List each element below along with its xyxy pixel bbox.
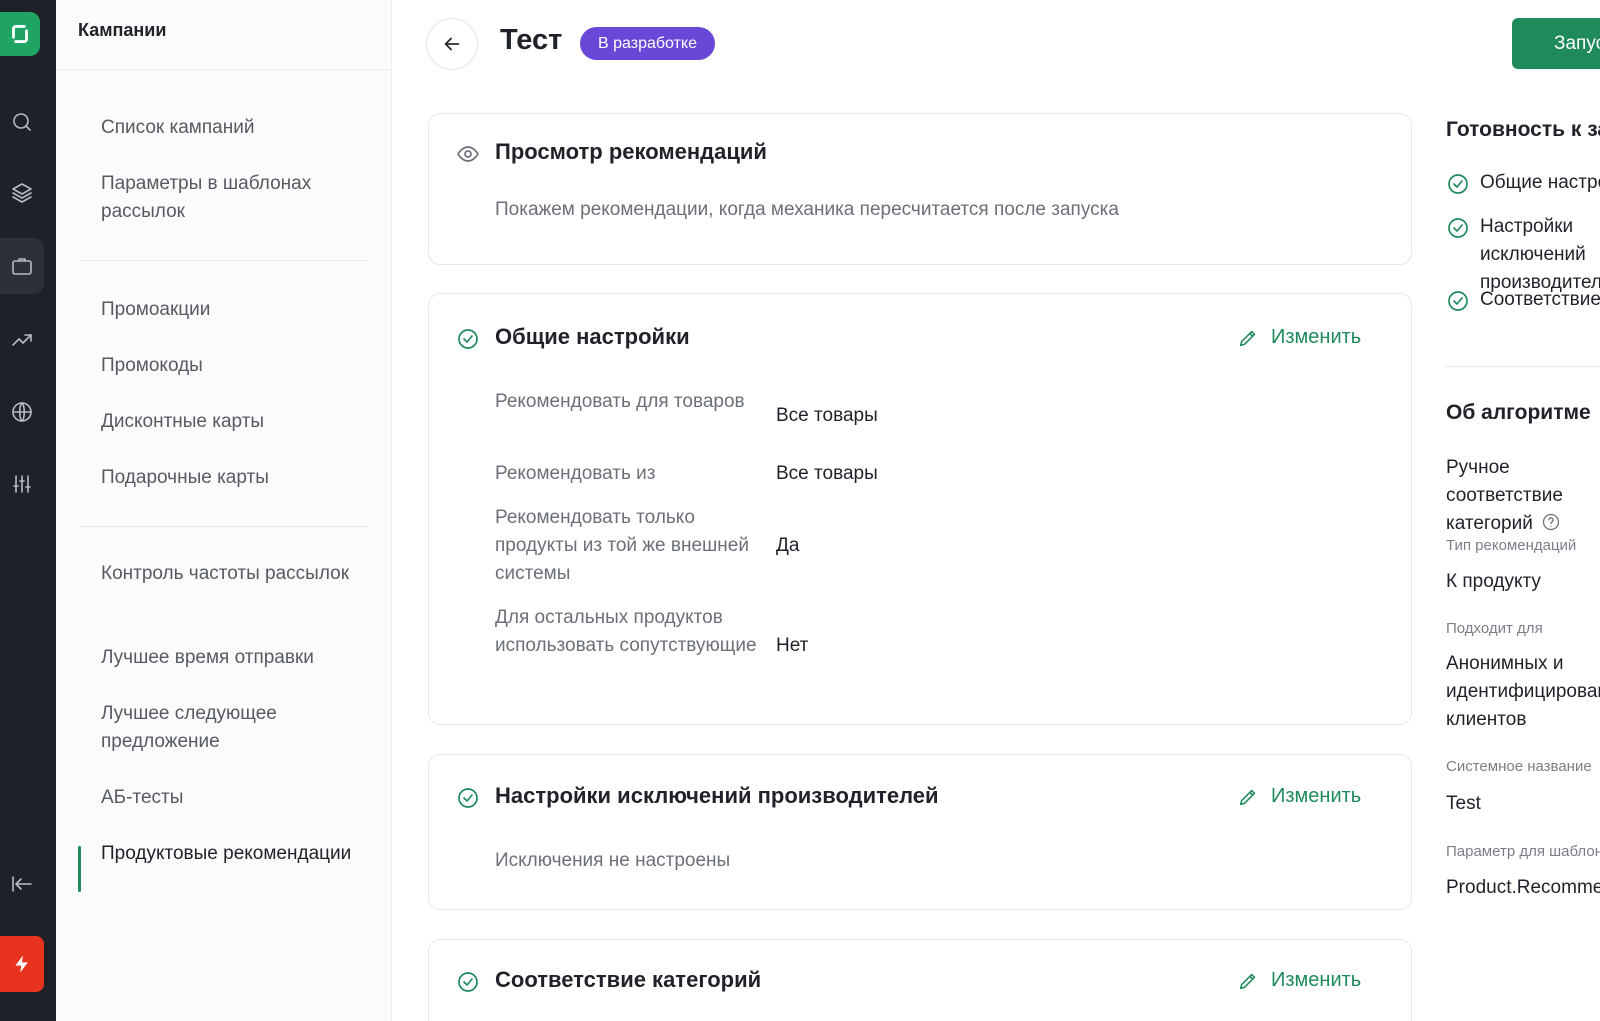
exclusions-text: Исключения не настроены: [495, 850, 731, 871]
field-value: Product.Recommendations: [1446, 877, 1600, 898]
nav-item-frequency-control[interactable]: Контроль частоты рассылок: [101, 560, 371, 588]
readiness-item: Настройки исключений производителей: [1480, 216, 1600, 293]
nav-item-promo-actions[interactable]: Промоакции: [101, 296, 371, 324]
setting-value: Нет: [776, 635, 809, 656]
nav-item-campaign-list[interactable]: Список кампаний: [101, 114, 371, 142]
field-label: Тип рекомендаций: [1446, 537, 1577, 554]
check-circle-icon: [456, 786, 480, 810]
sliders-icon[interactable]: [0, 456, 44, 512]
field-label: Параметр для шаблона: [1446, 843, 1600, 860]
edit-link-label: Изменить: [1271, 785, 1362, 807]
bolt-icon[interactable]: [0, 936, 44, 992]
campaigns-subnav: Кампании Список кампаний Параметры в шаб…: [56, 0, 392, 1021]
edit-link-label: Изменить: [1271, 326, 1362, 348]
check-circle-icon: [1446, 289, 1470, 313]
layers-icon[interactable]: [0, 164, 44, 220]
nav-item-gift-cards[interactable]: Подарочные карты: [101, 464, 371, 492]
globe-icon[interactable]: [0, 384, 44, 440]
pencil-icon: [1239, 973, 1256, 989]
preview-card: Просмотр рекомендаций Покажем рекомендац…: [428, 113, 1412, 265]
page-title: Тест: [500, 24, 563, 56]
categories-title: Соответствие категорий: [495, 967, 762, 992]
general-settings-card: Общие настройки Изменить Рекомендовать д…: [428, 293, 1412, 725]
collapse-icon[interactable]: [0, 856, 44, 912]
field-label: Системное название: [1446, 758, 1592, 775]
pencil-icon: [1239, 789, 1256, 805]
setting-value: Все товары: [776, 405, 878, 426]
nav-item-discount-cards[interactable]: Дисконтные карты: [101, 408, 371, 436]
exclusions-title: Настройки исключений производителей: [495, 783, 939, 808]
nav-item-promo-codes[interactable]: Промокоды: [101, 352, 371, 380]
nav-separator: [78, 260, 368, 261]
readiness-item: Общие настройки: [1480, 172, 1600, 193]
setting-value: Да: [776, 535, 800, 556]
pencil-icon: [1239, 330, 1256, 346]
nav-item-template-params[interactable]: Параметры в шаблонах рассылок: [101, 170, 371, 226]
search-icon[interactable]: [0, 94, 44, 150]
nav-active-indicator: [78, 846, 81, 892]
exclusions-edit-link[interactable]: Изменить: [1237, 785, 1361, 808]
field-value: Анонимных и идентифицированных клиентов: [1446, 653, 1600, 730]
trend-icon[interactable]: [0, 312, 44, 368]
check-circle-icon: [1446, 216, 1470, 240]
right-panel-divider: [1446, 366, 1600, 367]
check-circle-icon: [456, 970, 480, 994]
setting-value: Все товары: [776, 463, 878, 484]
general-settings-title: Общие настройки: [495, 324, 690, 349]
setting-label: Для остальных продуктов использовать соп…: [495, 607, 757, 656]
setting-label: Рекомендовать для товаров: [495, 391, 745, 412]
categories-card: Соответствие категорий Изменить: [428, 939, 1412, 1021]
preview-card-title: Просмотр рекомендаций: [495, 139, 767, 164]
general-settings-edit-link[interactable]: Изменить: [1237, 326, 1361, 349]
back-button[interactable]: [426, 18, 478, 70]
categories-edit-link[interactable]: Изменить: [1237, 969, 1361, 992]
nav-item-best-send-time[interactable]: Лучшее время отправки: [101, 644, 371, 672]
setting-label: Рекомендовать только продукты из той же …: [495, 507, 749, 584]
preview-card-text: Покажем рекомендации, когда механика пер…: [495, 199, 1119, 220]
exclusions-card: Настройки исключений производителей Изме…: [428, 754, 1412, 910]
field-value: Test: [1446, 793, 1481, 814]
field-label: Подходит для: [1446, 620, 1543, 637]
logo-icon[interactable]: [0, 12, 40, 56]
setting-label: Рекомендовать из: [495, 463, 656, 484]
check-circle-icon: [1446, 172, 1470, 196]
subnav-divider: [56, 69, 392, 70]
algorithm-name: Ручное соответствие категорий: [1446, 454, 1600, 538]
nav-item-product-recommendations[interactable]: Продуктовые рекомендации: [101, 840, 371, 868]
edit-link-label: Изменить: [1271, 969, 1362, 991]
field-value: К продукту: [1446, 571, 1541, 592]
algorithm-title: Об алгоритме: [1446, 401, 1591, 424]
briefcase-icon[interactable]: [0, 238, 44, 294]
subnav-title: Кампании: [78, 20, 167, 40]
readiness-title: Готовность к запуску: [1446, 118, 1600, 141]
icon-rail: [0, 0, 56, 1021]
status-badge: В разработке: [580, 27, 715, 60]
readiness-item: Соответствие категорий: [1480, 289, 1600, 310]
arrow-left-icon: [444, 37, 460, 51]
check-circle-icon: [456, 327, 480, 351]
eye-icon: [456, 142, 480, 166]
right-panel: Готовность к запуску Общие настройки Нас…: [1446, 0, 1600, 1021]
nav-item-ab-tests[interactable]: АБ-тесты: [101, 784, 371, 812]
nav-item-next-best-offer[interactable]: Лучшее следующее предложение: [101, 700, 371, 756]
nav-separator: [78, 526, 368, 527]
help-icon[interactable]: [1541, 512, 1561, 532]
